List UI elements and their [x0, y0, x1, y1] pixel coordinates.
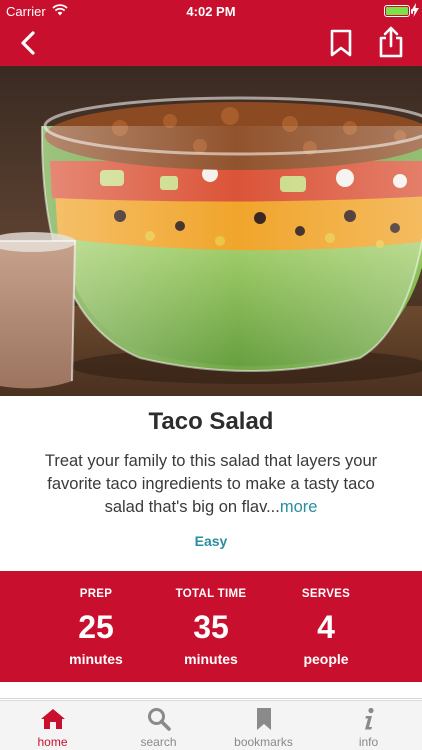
- battery-icon: [384, 5, 413, 17]
- tab-search-label: search: [140, 735, 177, 749]
- recipe-description-text: Treat your family to this salad that lay…: [44, 452, 378, 516]
- home-icon: [41, 709, 65, 729]
- serves-label: SERVES: [301, 588, 351, 600]
- divider-line: [0, 698, 422, 699]
- recipe-title: Taco Salad: [148, 408, 274, 435]
- serves-value: 4: [317, 609, 335, 645]
- tab-home[interactable]: home: [0, 701, 105, 750]
- tab-home-label: home: [37, 735, 68, 749]
- tab-search[interactable]: search: [106, 701, 211, 750]
- back-button[interactable]: [14, 28, 44, 58]
- tab-bookmarks-label: bookmarks: [234, 735, 293, 749]
- navigation-bar: Carrier 4:02 PM: [0, 0, 422, 66]
- recipe-hero-image: [0, 66, 422, 396]
- tab-bar: home search bookmarks info: [0, 700, 422, 750]
- bookmark-button[interactable]: [327, 28, 355, 58]
- charging-icon: [411, 3, 419, 17]
- status-time: 4:02 PM: [186, 4, 236, 19]
- search-icon: [148, 708, 171, 731]
- info-icon: [365, 707, 374, 730]
- bookmark-icon: [257, 708, 271, 730]
- tab-info-label: info: [358, 735, 379, 749]
- difficulty-label: Easy: [194, 533, 228, 549]
- tab-info[interactable]: info: [316, 701, 421, 750]
- tab-bookmarks[interactable]: bookmarks: [211, 701, 316, 750]
- status-bar: Carrier 4:02 PM: [0, 0, 422, 22]
- more-link[interactable]: more: [280, 498, 318, 516]
- recipe-stats: PREP 25 minutes TOTAL TIME 35 minutes SE…: [0, 571, 422, 682]
- serves-unit: people: [303, 651, 349, 667]
- recipe-description: Treat your family to this salad that lay…: [30, 450, 392, 519]
- share-button[interactable]: [376, 25, 406, 59]
